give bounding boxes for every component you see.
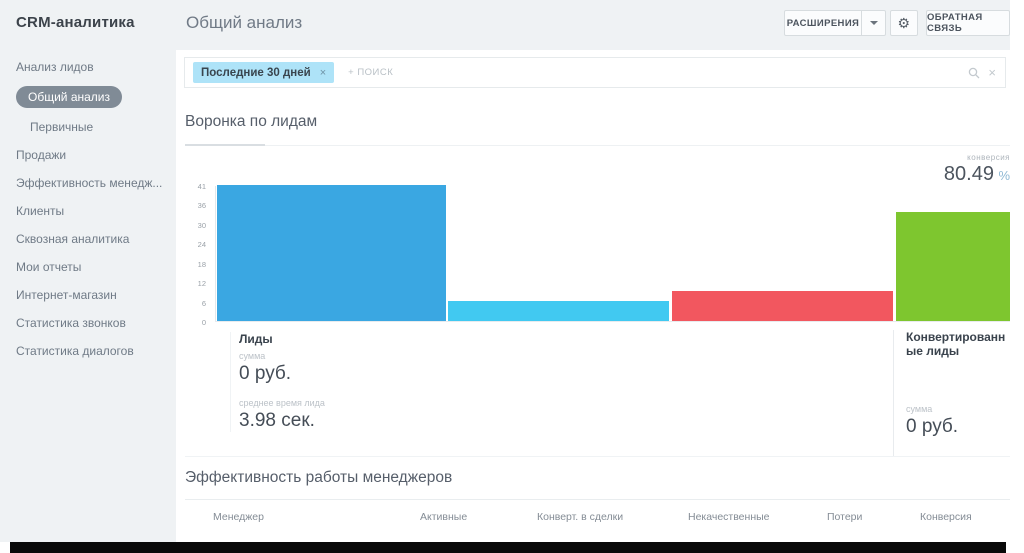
feedback-button[interactable]: ОБРАТНАЯ СВЯЗЬ [926,10,1010,36]
filter-chip-label: Последние 30 дней [201,67,311,79]
conversion-value: 80.49 [944,163,994,185]
funnel-yaxis: 41363024181260 [176,186,210,322]
funnel-tab-active-indicator [185,144,265,146]
sidebar-item[interactable]: Клиенты [0,197,176,225]
gear-icon: ⚙ [898,15,911,32]
sidebar-item[interactable]: Статистика звонков [0,309,176,337]
sidebar-item[interactable]: Общий анализ [0,81,176,113]
filter-chip-last-30-days[interactable]: Последние 30 дней × [193,62,334,83]
y-axis-tick-label: 36 [176,201,206,210]
sidebar-item[interactable]: Эффективность менедж... [0,169,176,197]
filter-searchbar[interactable]: Последние 30 дней × + поиск × [184,57,1006,88]
sidebar-item-label: Сквозная аналитика [16,232,129,246]
conversion-block: конверсия 80.49 % [944,153,1010,186]
sidebar-item-label: Статистика диалогов [16,344,134,358]
funnel-plot [215,186,1010,322]
conversion-label: конверсия [944,153,1010,162]
funnel-bar[interactable] [896,212,1010,321]
y-axis-tick-label: 24 [176,240,206,249]
section-divider [185,456,1010,457]
settings-button[interactable]: ⚙ [890,10,918,36]
funnel-section-title: Воронка по лидам [185,113,317,131]
sidebar-item[interactable]: Анализ лидов [0,53,176,81]
y-axis-tick-label: 0 [176,318,206,327]
sidebar-item-label: Анализ лидов [16,60,94,74]
sidebar-item[interactable]: Продажи [0,141,176,169]
leads-stat-block: Лиды сумма 0 руб. среднее время лида 3.9… [230,332,325,432]
sidebar-item[interactable]: Интернет-магазин [0,281,176,309]
bottom-letterbox-bar [10,542,1006,553]
funnel-bar[interactable] [217,185,446,321]
chevron-down-icon [870,21,878,25]
topbar: Общий анализ РАСШИРЕНИЯ ⚙ ОБРАТНАЯ СВЯЗЬ [176,0,1010,50]
y-axis-tick-label: 12 [176,279,206,288]
y-axis-tick-label: 41 [176,182,206,191]
sidebar: CRM-аналитика Анализ лидов Общий анализ Пе… [0,0,176,542]
leads-sum-label: сумма [239,351,325,361]
table-column-header[interactable]: Некачественные [688,511,770,523]
search-clear-icon[interactable]: × [988,65,996,80]
sidebar-item[interactable]: Мои отчеты [0,253,176,281]
extensions-button-label[interactable]: РАСШИРЕНИЯ [785,18,861,29]
leads-title: Лиды [239,332,325,346]
funnel-tabline [185,145,1010,146]
sidebar-nav: Анализ лидов Общий анализ Первичные Продажи… [0,53,176,365]
converted-title: Конвертированные лиды [906,330,1010,358]
sidebar-title: CRM-аналитика [0,0,176,31]
sidebar-item-label: Общий анализ [16,86,122,108]
managers-divider [185,499,1010,500]
sidebar-item-label: Первичные [30,120,93,134]
sidebar-item-label: Мои отчеты [16,260,81,274]
sidebar-item[interactable]: Сквозная аналитика [0,225,176,253]
sidebar-item[interactable]: Первичные [0,113,176,141]
funnel-bar[interactable] [448,301,669,321]
converted-sum-label: сумма [906,404,1009,414]
crm-analytics-page: CRM-аналитика Анализ лидов Общий анализ Пе… [0,0,1024,553]
table-column-header[interactable]: Менеджер [213,511,264,523]
sidebar-item-label: Интернет-магазин [16,288,117,302]
managers-table-header: Менеджер Активные Конверт. в сделки Некачес… [185,511,1010,531]
table-column-header[interactable]: Потери [827,511,862,523]
sidebar-item[interactable]: Статистика диалогов [0,337,176,365]
app-window: CRM-аналитика Анализ лидов Общий анализ Пе… [0,0,1010,542]
sidebar-item-label: Клиенты [16,204,64,218]
search-icon[interactable] [968,67,980,79]
table-column-header[interactable]: Конверсия [920,511,972,523]
extensions-button[interactable]: РАСШИРЕНИЯ [784,10,886,36]
feedback-button-label: ОБРАТНАЯ СВЯЗЬ [927,12,1009,34]
conversion-unit: % [998,168,1010,183]
sidebar-item-label: Продажи [16,148,66,162]
search-placeholder[interactable]: + поиск [348,67,393,78]
converted-stat-block: Конвертированные лиды сумма 0 руб. [893,330,1009,456]
leads-avg-label: среднее время лида [239,398,325,408]
page-title: Общий анализ [186,13,302,33]
leads-avg-value: 3.98 сек. [239,410,325,432]
sidebar-item-label: Эффективность менедж... [16,176,162,190]
leads-sum-value: 0 руб. [239,363,325,385]
sidebar-item-label: Статистика звонков [16,316,126,330]
chip-remove-icon[interactable]: × [320,67,326,79]
main-content: Последние 30 дней × + поиск × Воронка по… [176,50,1010,542]
table-column-header[interactable]: Активные [420,511,467,523]
funnel-bar[interactable] [672,291,893,321]
y-axis-tick-label: 18 [176,260,206,269]
extensions-dropdown-button[interactable] [861,11,885,35]
table-column-header[interactable]: Конверт. в сделки [537,511,623,523]
y-axis-tick-label: 6 [176,299,206,308]
managers-section-title: Эффективность работы менеджеров [185,469,452,487]
converted-sum-value: 0 руб. [906,416,1009,438]
y-axis-tick-label: 30 [176,221,206,230]
